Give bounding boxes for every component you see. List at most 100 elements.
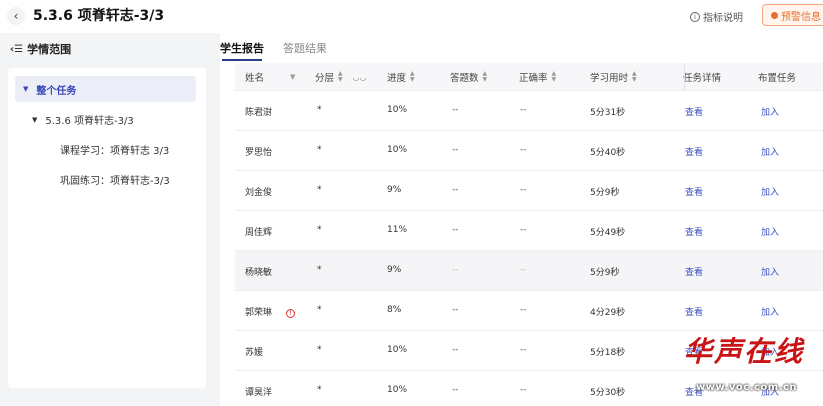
level-cell: * [317, 185, 322, 195]
level-cell: * [317, 225, 322, 235]
sort-icon[interactable]: ▲ ▼ [552, 71, 557, 83]
sort-icon[interactable]: ▲ ▼ [338, 71, 343, 83]
header-answers[interactable]: 答题数 ▲ ▼ [450, 70, 488, 85]
header-assign-task: 布置任务 [758, 73, 797, 84]
table-row: 陈君澍 * 10% -- -- 5分31秒 查看 加入 [235, 91, 823, 131]
watermark-logo: 华声在线 www.voc.com.cn [676, 330, 823, 406]
study-time-cell: 5分30秒 [590, 388, 626, 398]
sort-icon[interactable]: ▲ ▼ [483, 71, 488, 83]
add-task-link[interactable]: 加入 [761, 305, 779, 318]
add-task-link[interactable]: 加入 [761, 265, 779, 278]
accuracy-cell: -- [520, 385, 527, 395]
view-detail-link[interactable]: 查看 [685, 105, 703, 118]
metric-help-label: 指标说明 [703, 13, 743, 24]
study-time-cell: 5分31秒 [590, 108, 626, 118]
sort-icon[interactable]: ▲ ▼ [632, 71, 637, 83]
eye-closed-icon[interactable]: ◡◡ [353, 73, 367, 82]
add-task-link[interactable]: 加入 [761, 185, 779, 198]
study-time-cell: 5分9秒 [590, 188, 620, 198]
caret-down-icon: ▼ [32, 115, 38, 124]
table-row-hovered: 杨晓敏 * 9% -- -- 5分9秒 查看 加入 [235, 251, 823, 291]
tree-item-label: 整个任务 [36, 85, 77, 97]
view-detail-link[interactable]: 查看 [685, 225, 703, 238]
study-time-cell: 5分40秒 [590, 148, 626, 158]
view-detail-link[interactable]: 查看 [685, 305, 703, 318]
table-row: 周佳辉 * 11% -- -- 5分49秒 查看 加入 [235, 211, 823, 251]
answers-cell: -- [452, 105, 459, 115]
progress-cell: 9% [387, 185, 402, 195]
metric-help-link[interactable]: i 指标说明 [690, 9, 743, 24]
answers-cell: -- [452, 385, 459, 395]
accuracy-cell: -- [520, 105, 527, 115]
student-name: 陈君澍 [245, 108, 273, 118]
accuracy-cell: -- [520, 185, 527, 195]
level-cell: * [317, 345, 322, 355]
answers-cell: -- [452, 345, 459, 355]
sidebar-heading-label: 学情范围 [27, 43, 72, 56]
progress-cell: 11% [387, 225, 408, 235]
student-name: 谭昊洋 [245, 388, 273, 398]
student-name: 杨晓敏 [245, 268, 273, 278]
answers-cell: -- [452, 265, 459, 275]
level-cell: * [317, 145, 322, 155]
view-detail-link[interactable]: 查看 [685, 145, 703, 158]
warning-info-button[interactable]: 预警信息 [762, 4, 823, 26]
view-detail-link[interactable]: 查看 [685, 265, 703, 278]
active-tab-indicator [222, 59, 262, 61]
alert-icon[interactable]: ! [286, 309, 296, 318]
collapse-sidebar-icon[interactable]: ‹☰ [10, 44, 23, 55]
watermark-brand: 华声在线 [684, 335, 805, 368]
level-cell: * [317, 265, 322, 275]
progress-cell: 9% [387, 265, 402, 275]
student-name: 苏媛 [245, 348, 264, 358]
student-name: 刘金俊 [245, 188, 273, 198]
back-icon[interactable]: ‹ [7, 7, 25, 25]
tree-item-whole-task[interactable]: ▼ 整个任务 [15, 76, 196, 102]
progress-cell: 10% [387, 145, 408, 155]
accuracy-cell: -- [520, 145, 527, 155]
tab-answer-results[interactable]: 答题结果 [283, 40, 327, 56]
level-cell: * [317, 105, 322, 115]
tree-item-course-study[interactable]: 课程学习：项脊轩志 3/3 [60, 142, 169, 157]
caret-down-icon: ▼ [23, 85, 29, 93]
tree-item-practice[interactable]: 巩固练习：项脊轩志-3/3 [60, 172, 170, 187]
level-cell: * [317, 305, 322, 315]
tab-student-report[interactable]: 学生报告 [220, 40, 264, 56]
student-name: 罗思怡 [245, 148, 273, 158]
progress-cell: 8% [387, 305, 402, 315]
study-time-cell: 5分18秒 [590, 348, 626, 358]
accuracy-cell: -- [520, 345, 527, 355]
accuracy-cell: -- [520, 305, 527, 315]
accuracy-cell: -- [520, 225, 527, 235]
tree-item-label: 巩固练习：项脊轩志-3/3 [60, 176, 170, 187]
sidebar: ▼ 整个任务 ▼ 5.3.6 项脊轩志-3/3 课程学习：项脊轩志 3/3 巩固… [8, 68, 206, 388]
header-accuracy[interactable]: 正确率 ▲ ▼ [519, 70, 557, 85]
top-bar: ‹ 5.3.6 项脊轩志-3/3 i 指标说明 预警信息 [0, 0, 823, 33]
add-task-link[interactable]: 加入 [761, 105, 779, 118]
student-name: 郭荣琳 [245, 308, 273, 318]
sidebar-heading: ‹☰ 学情范围 [10, 41, 71, 57]
tree-item-lesson[interactable]: ▼ 5.3.6 项脊轩志-3/3 [32, 112, 134, 128]
progress-cell: 10% [387, 105, 408, 115]
add-task-link[interactable]: 加入 [761, 225, 779, 238]
header-study-time[interactable]: 学习用时 ▲ ▼ [590, 70, 637, 85]
header-progress[interactable]: 进度 ▲ ▼ [387, 70, 415, 85]
sort-icon[interactable]: ▲ ▼ [410, 71, 415, 83]
answers-cell: -- [452, 305, 459, 315]
answers-cell: -- [452, 145, 459, 155]
view-detail-link[interactable]: 查看 [685, 185, 703, 198]
info-icon: i [690, 11, 700, 22]
add-task-link[interactable]: 加入 [761, 145, 779, 158]
study-time-cell: 5分49秒 [590, 228, 626, 238]
table-header: 姓名 ▼ 分层 ▲ ▼ ◡◡ 进度 ▲ ▼ 答题数 ▲ ▼ 正确率 ▲ ▼ 学习用时 [235, 63, 823, 91]
header-level[interactable]: 分层 ▲ ▼ ◡◡ [315, 70, 367, 85]
tree-item-label: 课程学习：项脊轩志 3/3 [60, 146, 170, 157]
header-name[interactable]: 姓名 ▼ [245, 70, 295, 84]
watermark-url: www.voc.com.cn [696, 382, 798, 393]
filter-down-icon[interactable]: ▼ [290, 73, 295, 81]
header-task-detail: 任务详情 [683, 73, 722, 84]
student-name: 周佳辉 [245, 228, 273, 238]
warning-info-label: 预警信息 [781, 11, 821, 23]
progress-cell: 10% [387, 345, 408, 355]
table-row: 刘金俊 * 9% -- -- 5分9秒 查看 加入 [235, 171, 823, 211]
